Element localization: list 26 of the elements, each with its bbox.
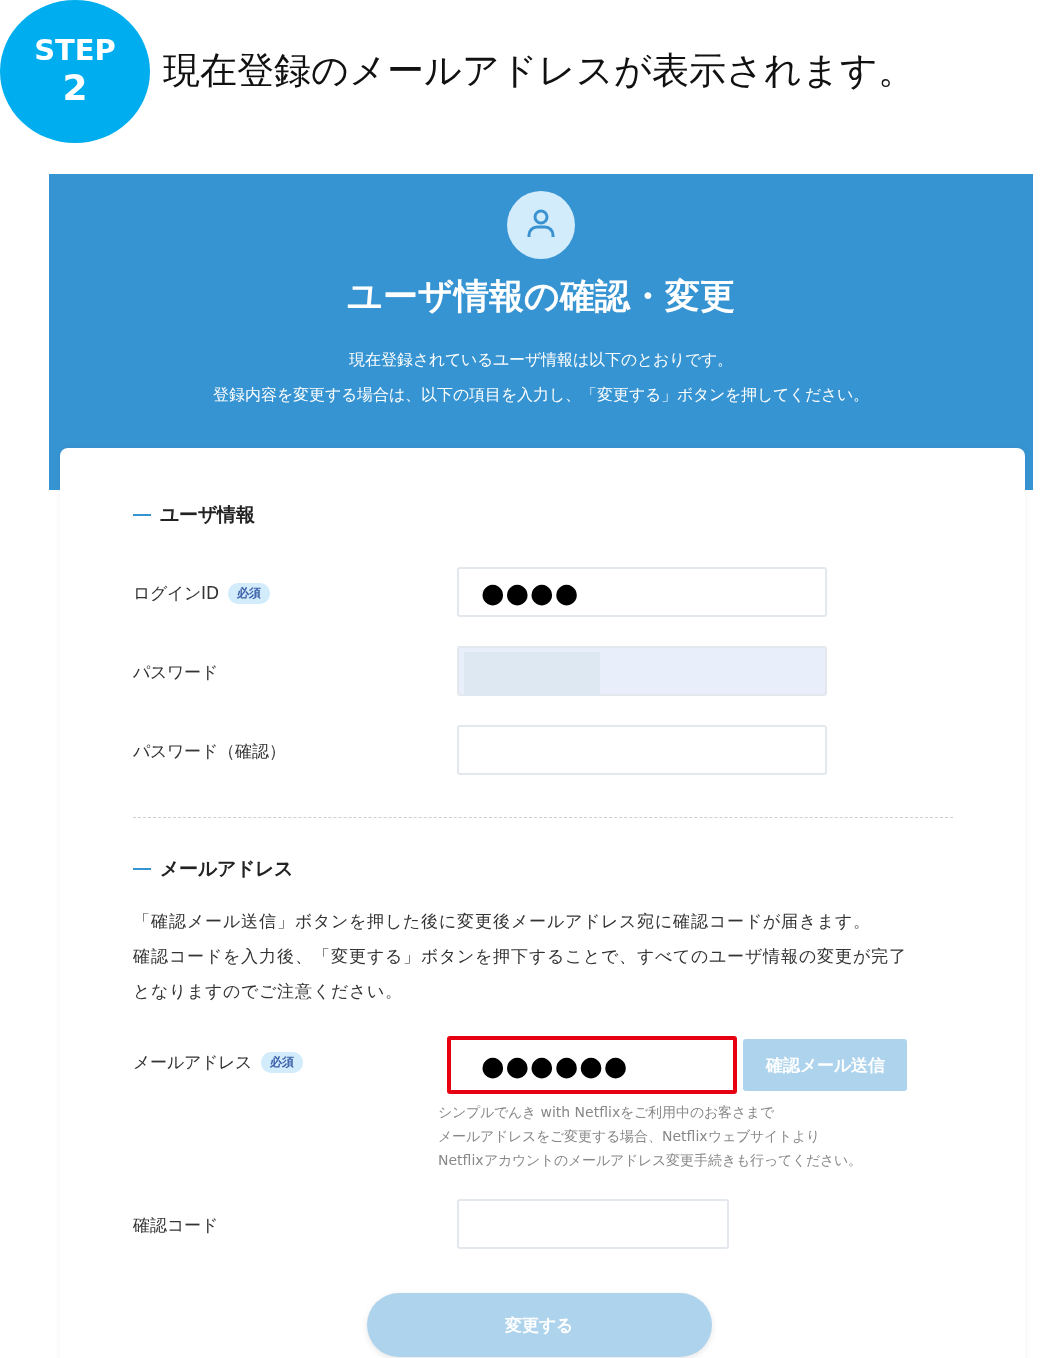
step-badge: STEP 2 (0, 0, 150, 143)
heading-dash (133, 868, 151, 870)
field-label: ログインID (133, 581, 220, 605)
input-field[interactable] (457, 725, 827, 775)
note-text: シンプルでんき with Netflixをご利用中のお客さまで (438, 1103, 776, 1122)
field-label: パスワード（確認） (133, 739, 286, 763)
description-text: 現在登録されているユーザ情報は以下のとおりです。 (348, 349, 734, 371)
instruction-text: 確認コードを入力後、「変更する」ボタンを押下することで、すべてのユーザ情報の変更が完了となりますのでご注意ください。 (133, 945, 908, 1003)
required-badge: 必須 (228, 582, 271, 604)
note-text: Netflixアカウントのメールアドレス変更手続きも行ってください。 (438, 1151, 863, 1170)
instruction-text: 「確認メール送信」ボタンを押した後に変更後メールアドレス宛に確認コードが届きます。 (133, 910, 872, 933)
note-text: メールアドレスをご変更する場合、Netflixウェブサイトより (438, 1127, 821, 1146)
field-label: パスワード (133, 660, 218, 684)
step-caption: 現在登録のメールアドレスが表示されます。 (163, 47, 915, 94)
required-badge: 必須 (261, 1051, 303, 1073)
page-title: ユーザ情報の確認・変更 (347, 275, 735, 318)
input-field[interactable]: ●●●● (457, 567, 827, 617)
section-heading: ユーザ情報 (160, 502, 255, 527)
user-icon (507, 191, 575, 259)
input-field[interactable]: ●●●●●● (447, 1036, 737, 1094)
field-label: メールアドレス (133, 1050, 252, 1074)
section-heading: メールアドレス (160, 856, 293, 881)
field-label: 確認コード (133, 1213, 218, 1237)
heading-dash (133, 514, 151, 516)
input-field[interactable] (457, 1199, 729, 1249)
description-text: 登録内容を変更する場合は、以下の項目を入力し、「変更する」ボタンを押してください。 (213, 384, 869, 406)
